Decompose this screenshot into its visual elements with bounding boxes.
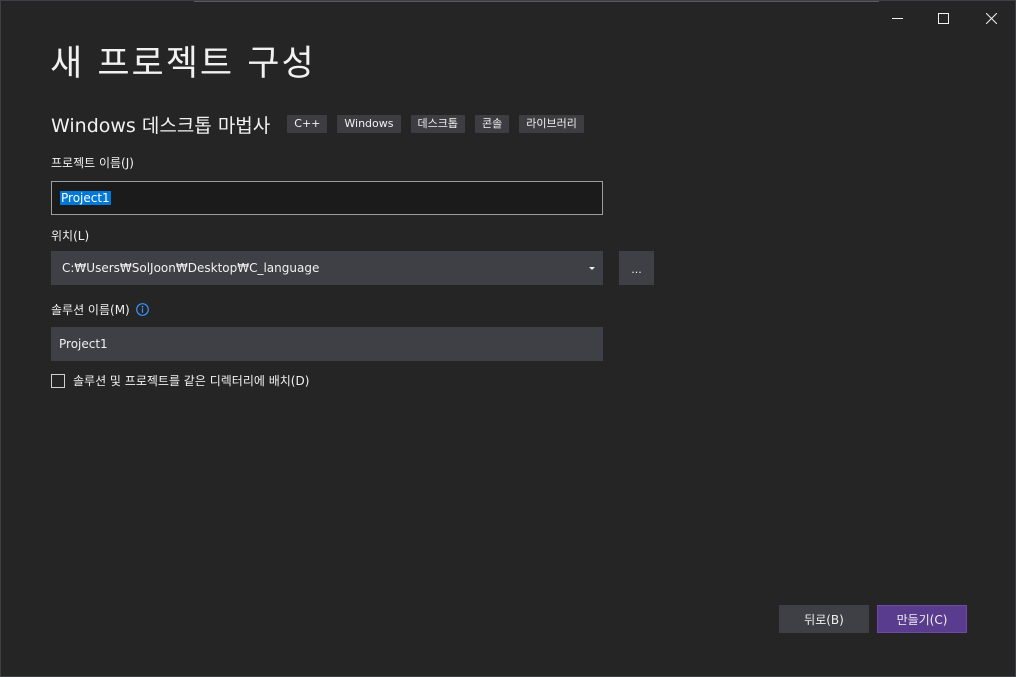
solution-name-input[interactable]: Project1 bbox=[51, 327, 603, 361]
minimize-button[interactable] bbox=[874, 1, 920, 35]
info-icon[interactable] bbox=[135, 303, 149, 316]
solution-name-value: Project1 bbox=[59, 337, 108, 351]
back-button[interactable]: 뒤로(B) bbox=[779, 605, 869, 633]
maximize-button[interactable] bbox=[920, 1, 966, 35]
maximize-icon bbox=[937, 12, 949, 24]
template-header: Windows 데스크톱 마법사 C++ Windows 데스크톱 콘솔 라이브… bbox=[51, 109, 594, 139]
project-name-value: Project1 bbox=[60, 191, 111, 205]
location-value: C:₩Users₩SolJoon₩Desktop₩C_language bbox=[62, 261, 320, 275]
tag-console: 콘솔 bbox=[474, 115, 510, 133]
solution-name-label-row: 솔루션 이름(M) bbox=[51, 301, 149, 318]
tag-windows: Windows bbox=[337, 115, 401, 133]
minimize-icon bbox=[891, 17, 903, 19]
tag-cpp: C++ bbox=[287, 115, 328, 133]
project-name-label: 프로젝트 이름(J) bbox=[51, 156, 134, 170]
dialog-window: 새 프로젝트 구성 Windows 데스크톱 마법사 C++ Windows 데… bbox=[0, 0, 1016, 677]
tag-library: 라이브러리 bbox=[519, 115, 584, 133]
same-directory-label: 솔루션 및 프로젝트를 같은 디렉터리에 배치(D) bbox=[73, 374, 310, 388]
top-border-accent bbox=[194, 1, 879, 2]
location-dropdown[interactable]: C:₩Users₩SolJoon₩Desktop₩C_language bbox=[51, 251, 603, 285]
page-title: 새 프로젝트 구성 bbox=[50, 44, 316, 84]
template-name: Windows 데스크톱 마법사 bbox=[51, 114, 271, 137]
tag-desktop: 데스크톱 bbox=[410, 115, 465, 133]
browse-button[interactable]: ... bbox=[619, 251, 654, 285]
same-directory-checkbox[interactable] bbox=[51, 373, 65, 388]
solution-name-label: 솔루션 이름(M) bbox=[51, 303, 130, 317]
project-name-input[interactable]: Project1 bbox=[51, 181, 603, 215]
create-button[interactable]: 만들기(C) bbox=[877, 605, 967, 633]
same-directory-option[interactable]: 솔루션 및 프로젝트를 같은 디렉터리에 배치(D) bbox=[51, 372, 309, 389]
location-label: 위치(L) bbox=[51, 229, 90, 243]
close-icon bbox=[985, 12, 997, 24]
dropdown-arrow-icon bbox=[589, 266, 595, 270]
close-button[interactable] bbox=[968, 1, 1014, 35]
